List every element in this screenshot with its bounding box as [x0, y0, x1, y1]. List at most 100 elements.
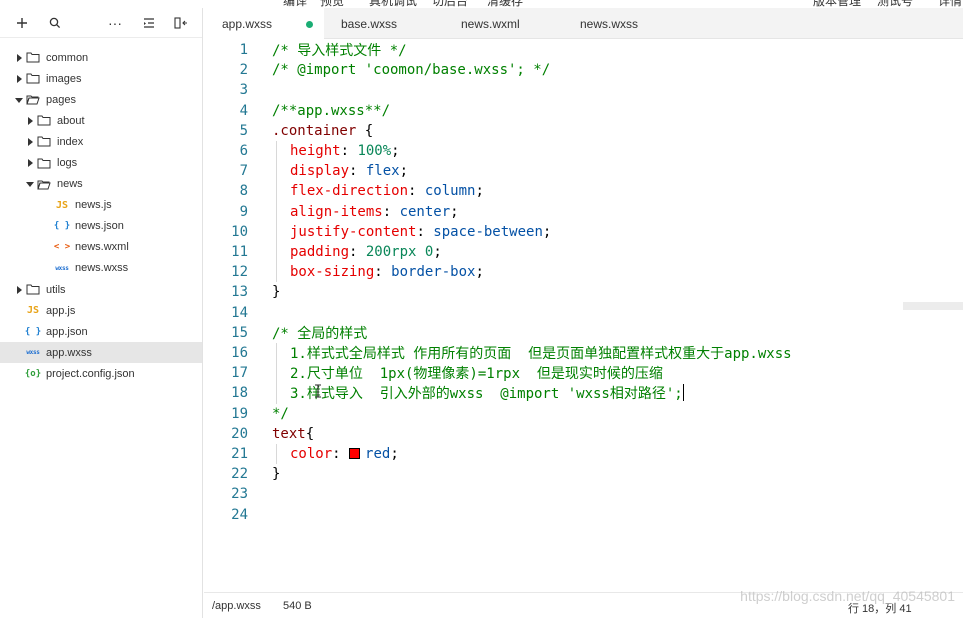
code-line[interactable]: 23: [204, 484, 963, 504]
code-token: ;: [399, 163, 409, 180]
code-line[interactable]: 21 color: red;: [204, 444, 963, 465]
tree-file-news-wxml[interactable]: < > news.wxml: [0, 237, 202, 258]
indent-guide: [276, 141, 277, 162]
tree-file-project-config-json[interactable]: {o} project.config.json: [0, 363, 202, 384]
code-line[interactable]: 4 /**app.wxss**/: [204, 101, 963, 121]
code-line[interactable]: 20 text{: [204, 424, 963, 444]
wxss-file-icon: wxss: [55, 264, 69, 272]
top-menu-item[interactable]: 详情: [938, 0, 962, 8]
code-line[interactable]: 2 /* @import 'coomon/base.wxss'; */: [204, 60, 963, 80]
js-file-icon: JS: [26, 305, 40, 317]
tree-folder-about[interactable]: about: [0, 110, 202, 131]
code-line[interactable]: 22}: [204, 464, 963, 484]
code-line[interactable]: 7 display: flex;: [204, 161, 963, 182]
line-number: 3: [239, 82, 248, 99]
code-line[interactable]: 8 flex-direction: column;: [204, 181, 963, 202]
tab-label: app.wxss: [222, 17, 273, 31]
tree-item-label: news.json: [75, 220, 124, 233]
top-menu-item[interactable]: 预览: [320, 0, 344, 8]
wxml-file-icon: < >: [53, 242, 71, 253]
code-line[interactable]: 13}: [204, 282, 963, 302]
code-line[interactable]: 14: [204, 303, 963, 323]
tree-file-news-wxss[interactable]: wxss news.wxss: [0, 258, 202, 279]
line-number: 7: [239, 163, 248, 180]
color-swatch-icon[interactable]: [349, 448, 361, 460]
code-line[interactable]: 24: [204, 505, 963, 525]
line-number: 6: [239, 143, 248, 160]
code-line[interactable]: 9 align-items: center;: [204, 201, 963, 222]
code-token: display: [290, 163, 350, 180]
top-menu-item[interactable]: 编译: [283, 0, 307, 8]
code-line[interactable]: 3: [204, 80, 963, 100]
tree-file-news-js[interactable]: JS news.js: [0, 195, 202, 216]
code-text: color: red;: [290, 446, 399, 462]
code-line[interactable]: 19 */: [204, 404, 963, 424]
chevron-right-icon[interactable]: [25, 158, 35, 168]
tree-file-app-json[interactable]: { } app.json: [0, 321, 202, 342]
tree-item-label: news.wxss: [75, 262, 129, 275]
code-token: center: [399, 203, 451, 220]
code-text: box-sizing: border-box;: [290, 264, 484, 280]
add-icon[interactable]: [13, 14, 31, 32]
code-line[interactable]: 12 box-sizing: border-box;: [204, 262, 963, 283]
top-menu-item[interactable]: 真机调试: [369, 0, 417, 8]
explorer-toolbar: ···: [0, 8, 202, 38]
tree-folder-images[interactable]: images: [0, 68, 202, 89]
tree-folder-common[interactable]: common: [0, 47, 202, 68]
js-file-icon: JS: [55, 199, 69, 211]
tab-app-wxss[interactable]: app.wxss: [204, 8, 324, 40]
line-number: 18: [231, 385, 248, 402]
collapse-all-icon[interactable]: [140, 14, 158, 32]
code-text: padding: 200rpx 0;: [290, 244, 442, 260]
more-icon[interactable]: ···: [106, 14, 124, 32]
indent-guide: [276, 201, 277, 222]
code-line[interactable]: 17 2.尺寸单位 1px(物理像素)=1rpx 但是现实时候的压缩: [204, 363, 963, 384]
tree-item-label: app.js: [46, 304, 76, 317]
code-editor[interactable]: 1 /* 导入样式文件 */ 2 /* @import 'coomon/base.wx…: [204, 40, 963, 592]
code-line[interactable]: 15 /* 全局的样式: [204, 323, 963, 343]
tree-folder-index[interactable]: index: [0, 131, 202, 152]
top-menu-item[interactable]: 切后台: [432, 0, 468, 8]
tree-item-label: index: [57, 135, 84, 148]
tree-item-label: news.wxml: [75, 241, 129, 254]
chevron-down-icon[interactable]: [25, 179, 35, 189]
cursor-position[interactable]: 行 18，列 41: [848, 600, 912, 616]
tree-file-news-json[interactable]: { } news.json: [0, 216, 202, 237]
tree-item-label: logs: [57, 157, 78, 170]
code-line[interactable]: 5 .container {: [204, 121, 963, 141]
tree-file-app-js[interactable]: JS app.js: [0, 300, 202, 321]
code-token: 3.样式导入 引入外部的wxss @import 'wxss相对路径';: [290, 386, 683, 403]
chevron-right-icon[interactable]: [25, 137, 35, 147]
code-text: .container {: [272, 123, 373, 139]
code-token: 200rpx 0: [365, 244, 434, 261]
top-menu-item[interactable]: 清缓存: [487, 0, 523, 8]
tab-news-wxss[interactable]: news.wxss: [580, 8, 690, 39]
indent-guide: [276, 242, 277, 263]
tree-folder-utils[interactable]: utils: [0, 279, 202, 300]
chevron-right-icon[interactable]: [14, 53, 24, 63]
chevron-right-icon[interactable]: [25, 116, 35, 126]
tree-folder-pages[interactable]: pages: [0, 89, 202, 110]
tab-base-wxss[interactable]: base.wxss: [341, 8, 451, 39]
tree-folder-logs[interactable]: logs: [0, 152, 202, 173]
tree-folder-news[interactable]: news: [0, 174, 202, 195]
code-text: display: flex;: [290, 163, 408, 179]
code-line[interactable]: 6 height: 100%;: [204, 141, 963, 162]
code-token: }: [272, 284, 281, 301]
code-line[interactable]: 16 1.样式式全局样式 作用所有的页面 但是页面单独配置样式权重大于app.wx…: [204, 343, 963, 364]
split-panel-icon[interactable]: [172, 14, 190, 32]
code-line[interactable]: 11 padding: 200rpx 0;: [204, 242, 963, 263]
chevron-down-icon[interactable]: [14, 95, 24, 105]
top-menu-item[interactable]: 版本管理: [813, 0, 861, 8]
tree-file-app-wxss[interactable]: wxss app.wxss: [0, 342, 202, 364]
chevron-right-icon[interactable]: [14, 285, 24, 295]
code-line[interactable]: 10 justify-content: space-between;: [204, 221, 963, 242]
tab-news-wxml[interactable]: news.wxml: [461, 8, 571, 39]
line-number: 11: [231, 244, 248, 261]
code-text: 2.尺寸单位 1px(物理像素)=1rpx 但是现实时候的压缩: [290, 363, 663, 383]
search-icon[interactable]: [46, 14, 64, 32]
top-menu-item[interactable]: 测试号: [877, 0, 913, 8]
line-number: 2: [239, 62, 248, 79]
chevron-right-icon[interactable]: [14, 74, 24, 84]
code-line[interactable]: 1 /* 导入样式文件 */: [204, 40, 963, 60]
